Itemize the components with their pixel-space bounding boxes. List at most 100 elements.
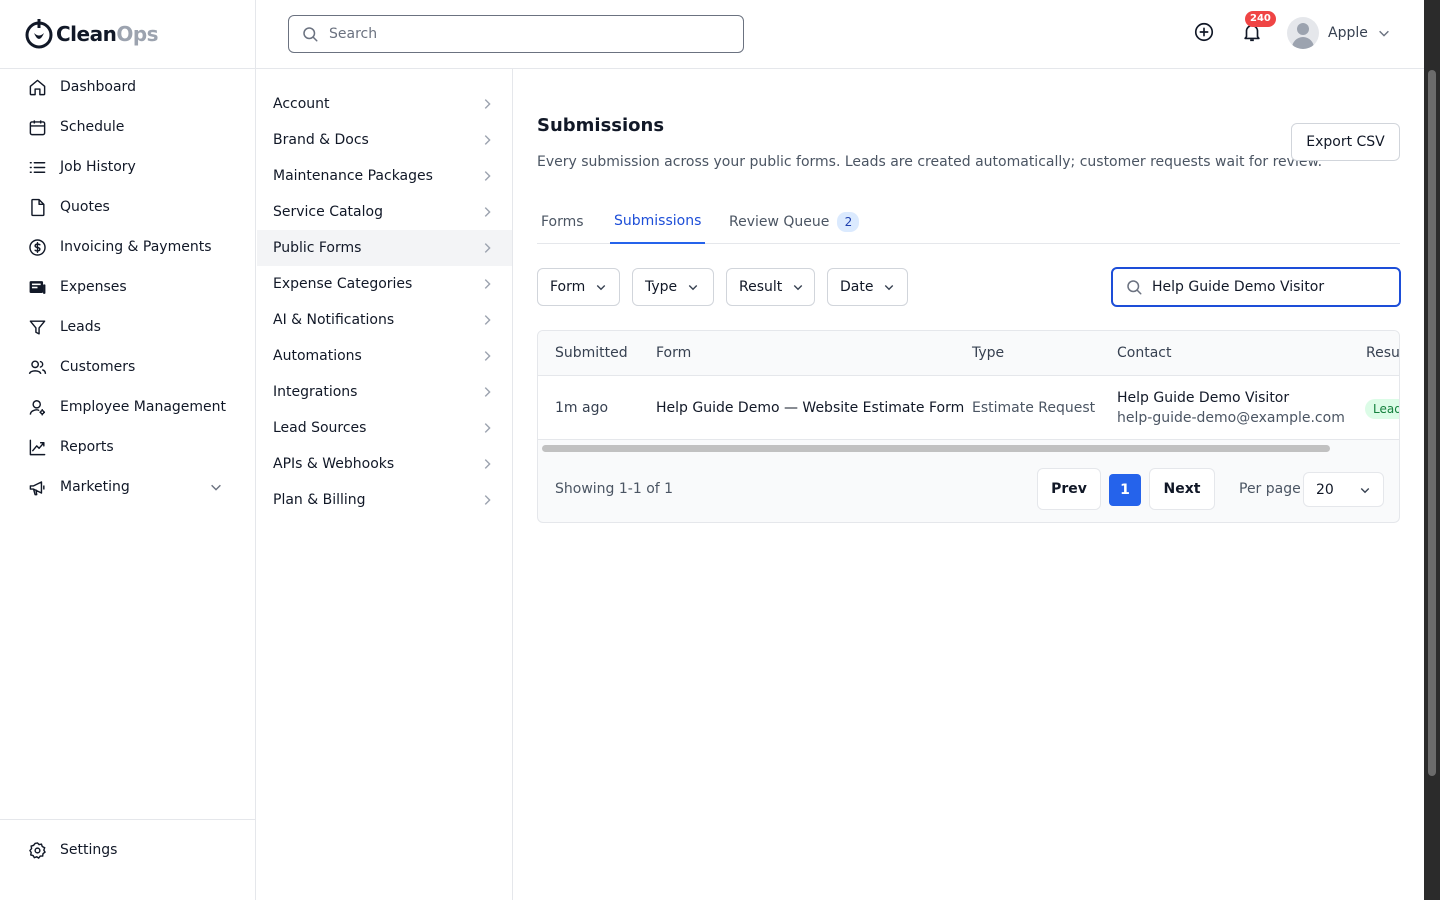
logo[interactable]: CleanOps [24, 16, 159, 52]
table-horizontal-scrollbar[interactable] [538, 441, 1399, 455]
cell-type: Estimate Request [972, 400, 1096, 416]
sidebar-item-label: Marketing [60, 479, 130, 495]
add-icon[interactable] [1193, 21, 1215, 43]
column-header-contact[interactable]: Contact [1117, 331, 1171, 376]
tab-forms[interactable]: Forms [537, 200, 588, 244]
submenu-item-brand-docs[interactable]: Brand & Docs [257, 122, 512, 158]
submenu-item-account[interactable]: Account [257, 86, 512, 122]
table-header: Submitted Form Type Contact Result [538, 331, 1399, 376]
submenu-item-public-forms[interactable]: Public Forms [257, 230, 512, 266]
chevron-right-icon [484, 279, 491, 289]
submenu-item-lead-sources[interactable]: Lead Sources [257, 410, 512, 446]
submenu-item-label: Public Forms [273, 240, 362, 256]
submission-search[interactable] [1111, 267, 1401, 307]
table-row[interactable]: 1m ago Help Guide Demo — Website Estimat… [538, 376, 1399, 440]
sidebar-item-label: Quotes [60, 199, 110, 215]
column-header-result[interactable]: Result [1366, 331, 1399, 376]
per-page-select[interactable]: 20 [1303, 472, 1384, 507]
column-header-type[interactable]: Type [972, 331, 1004, 376]
sidebar-item-employee-management[interactable]: Employee Management [0, 387, 255, 427]
avatar [1287, 17, 1319, 49]
search-input[interactable] [329, 26, 709, 42]
filter-date-dropdown[interactable]: Date [827, 268, 908, 306]
submenu-item-plan-billing[interactable]: Plan & Billing [257, 482, 512, 518]
column-header-form[interactable]: Form [656, 331, 691, 376]
sidebar-item-schedule[interactable]: Schedule [0, 107, 255, 147]
sidebar-item-job-history[interactable]: Job History [0, 147, 255, 187]
export-csv-button[interactable]: Export CSV [1291, 123, 1400, 161]
logo-text-secondary: Ops [116, 22, 159, 46]
tab-review-queue[interactable]: Review Queue 2 [725, 200, 863, 244]
submissions-table: Submitted Form Type Contact Result 1m ag… [537, 330, 1400, 523]
chevron-right-icon [484, 99, 491, 109]
sidebar-item-settings[interactable]: Settings [0, 830, 255, 870]
chevron-right-icon [484, 387, 491, 397]
submenu-item-expense-categories[interactable]: Expense Categories [257, 266, 512, 302]
users-icon [28, 359, 47, 374]
filter-type-dropdown[interactable]: Type [632, 268, 714, 306]
cell-form: Help Guide Demo — Website Estimate Form [656, 400, 965, 416]
gear-icon [29, 841, 46, 859]
global-search[interactable] [288, 15, 744, 53]
submenu-item-integrations[interactable]: Integrations [257, 374, 512, 410]
filter-form-dropdown[interactable]: Form [537, 268, 620, 306]
sidebar-item-reports[interactable]: Reports [0, 427, 255, 467]
user-menu[interactable]: Apple [1287, 17, 1391, 49]
submenu-item-apis-webhooks[interactable]: APIs & Webhooks [257, 446, 512, 482]
submenu-item-ai-notifications[interactable]: AI & Notifications [257, 302, 512, 338]
chevron-right-icon [484, 243, 491, 253]
per-page-value: 20 [1316, 481, 1334, 498]
window-scrollbar[interactable] [1424, 0, 1440, 900]
filter-bar: Form Type Result Date [537, 267, 1401, 307]
submission-search-input[interactable] [1152, 279, 1392, 295]
user-cog-icon [29, 399, 46, 415]
tab-label: Forms [541, 214, 584, 230]
user-name: Apple [1328, 25, 1368, 41]
filter-label: Date [840, 279, 874, 295]
sidebar-item-label: Customers [60, 359, 136, 375]
filter-icon [29, 319, 46, 335]
sidebar-item-marketing[interactable]: Marketing [0, 467, 255, 507]
tab-submissions[interactable]: Submissions [610, 200, 706, 244]
scrollbar-thumb[interactable] [542, 445, 1330, 452]
window-scrollbar-thumb[interactable] [1428, 70, 1436, 776]
cell-contact-email: help-guide-demo@example.com [1117, 410, 1345, 426]
submenu-item-service-catalog[interactable]: Service Catalog [257, 194, 512, 230]
prev-page-button[interactable]: Prev [1037, 468, 1101, 510]
sidebar-item-label: Settings [60, 842, 118, 858]
cell-submitted: 1m ago [555, 400, 609, 416]
filter-label: Type [645, 279, 678, 295]
sidebar-item-dashboard[interactable]: Dashboard [0, 67, 255, 107]
chevron-right-icon [484, 351, 491, 361]
filter-result-dropdown[interactable]: Result [726, 268, 815, 306]
sidebar-item-customers[interactable]: Customers [0, 347, 255, 387]
logo-text: CleanOps [56, 22, 159, 46]
sidebar-item-expenses[interactable]: Expenses [0, 267, 255, 307]
submenu-item-automations[interactable]: Automations [257, 338, 512, 374]
submenu-item-maintenance-packages[interactable]: Maintenance Packages [257, 158, 512, 194]
sidebar-item-quotes[interactable]: Quotes [0, 187, 255, 227]
chevron-down-icon [1360, 488, 1370, 494]
sidebar-item-invoicing[interactable]: Invoicing & Payments [0, 227, 255, 267]
list-icon [29, 161, 46, 173]
page-description: Every submission across your public form… [537, 154, 1323, 170]
submenu-item-label: APIs & Webhooks [273, 456, 395, 472]
chevron-down-icon[interactable] [209, 480, 223, 494]
next-page-button[interactable]: Next [1149, 468, 1215, 510]
search-icon [1127, 280, 1142, 295]
document-icon [31, 198, 45, 216]
column-header-submitted[interactable]: Submitted [555, 331, 628, 376]
page-1-button[interactable]: 1 [1109, 474, 1141, 506]
submenu-item-label: Brand & Docs [273, 132, 369, 148]
tab-label: Submissions [614, 213, 702, 229]
logo-mark-icon [25, 19, 53, 49]
chevron-right-icon [484, 495, 491, 505]
sidebar-item-label: Schedule [60, 119, 125, 135]
sidebar-item-leads[interactable]: Leads [0, 307, 255, 347]
sidebar: CleanOps Dashboard Schedule Job History … [0, 0, 256, 900]
chart-line-icon [29, 439, 46, 455]
calendar-icon [29, 119, 46, 135]
sidebar-item-label: Dashboard [60, 79, 136, 95]
submenu-item-label: Integrations [273, 384, 358, 400]
main-nav: Dashboard Schedule Job History Quotes In… [0, 67, 255, 507]
